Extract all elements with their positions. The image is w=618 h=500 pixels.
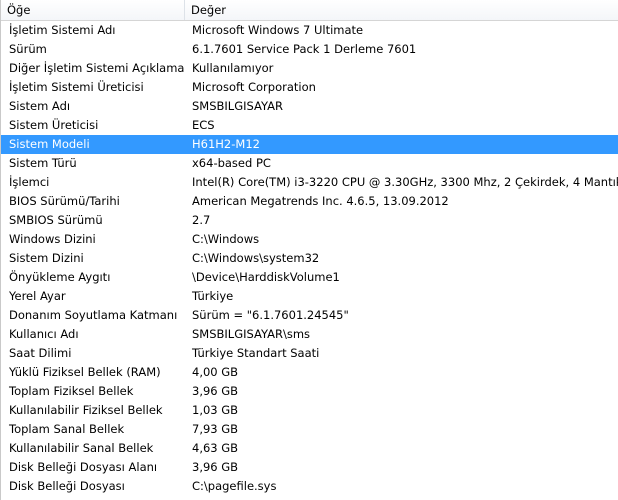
item-name: İşlemci — [9, 175, 50, 189]
item-value: Türkiye — [192, 289, 234, 303]
item-value: Intel(R) Core(TM) i3-3220 CPU @ 3.30GHz,… — [192, 175, 618, 189]
item-name: Toplam Sanal Bellek — [9, 422, 125, 436]
item-name: Önyükleme Aygıtı — [9, 270, 111, 284]
item-value: x64-based PC — [192, 156, 271, 170]
list-item[interactable]: Donanım Soyutlama Katmanı Sürüm = "6.1.76… — [1, 306, 618, 325]
list-item[interactable]: Sistem Adı SMSBILGISAYAR — [1, 97, 618, 116]
list-item[interactable]: Diğer İşletim Sistemi Açıklaması Kullanıl… — [1, 59, 618, 78]
column-header-item[interactable]: Öğe — [1, 0, 185, 20]
list-item[interactable]: Sistem Dizini C:\Windows\system32 — [1, 249, 618, 268]
list-item[interactable]: Kullanılabilir Sanal Bellek 4,63 GB — [1, 439, 618, 458]
item-value: 6.1.7601 Service Pack 1 Derleme 7601 — [192, 42, 417, 56]
list-item[interactable]: Sistem Türü x64-based PC — [1, 154, 618, 173]
list-item[interactable]: İşlemci Intel(R) Core(TM) i3-3220 CPU @ 3… — [1, 173, 618, 192]
list-item[interactable]: İşletim Sistemi Adı Microsoft Windows 7 U… — [1, 21, 618, 40]
item-name: Yerel Ayar — [9, 289, 66, 303]
item-name: Sistem Üreticisi — [9, 118, 99, 132]
item-value: Kullanılamıyor — [192, 61, 274, 75]
item-value: Sürüm = "6.1.7601.24545" — [192, 308, 349, 322]
item-value: 4,63 GB — [192, 441, 239, 455]
list-item[interactable]: İşletim Sistemi Üreticisi Microsoft Corpo… — [1, 78, 618, 97]
item-value: 3,96 GB — [192, 460, 239, 474]
item-value: American Megatrends Inc. 4.6.5, 13.09.20… — [192, 194, 449, 208]
list-item[interactable]: Kullanıcı Adı SMSBILGISAYAR\sms — [1, 325, 618, 344]
item-value: Microsoft Windows 7 Ultimate — [192, 23, 364, 37]
item-value: C:\Windows — [192, 232, 260, 246]
list-item[interactable]: Önyükleme Aygıtı \Device\HarddiskVolume1 — [1, 268, 618, 287]
item-name: Toplam Fiziksel Bellek — [9, 384, 134, 398]
list-item[interactable]: Saat Dilimi Türkiye Standart Saati — [1, 344, 618, 363]
list-item[interactable]: Disk Belleği Dosyası Alanı 3,96 GB — [1, 458, 618, 477]
item-name: Kullanılabilir Sanal Bellek — [9, 441, 154, 455]
item-value: C:\Windows\system32 — [192, 251, 320, 265]
item-value: SMSBILGISAYAR\sms — [192, 327, 311, 341]
list-item[interactable]: Yerel Ayar Türkiye — [1, 287, 618, 306]
item-name: Saat Dilimi — [9, 346, 72, 360]
list-rows: İşletim Sistemi Adı Microsoft Windows 7 U… — [1, 21, 618, 496]
item-name: Donanım Soyutlama Katmanı — [9, 308, 178, 322]
item-name: Windows Dizini — [9, 232, 96, 246]
list-item[interactable]: BIOS Sürümü/Tarihi American Megatrends In… — [1, 192, 618, 211]
item-value: C:\pagefile.sys — [192, 479, 277, 493]
list-item[interactable]: Kullanılabilir Fiziksel Bellek 1,03 GB — [1, 401, 618, 420]
item-value: Türkiye Standart Saati — [192, 346, 320, 360]
item-name: Disk Belleği Dosyası Alanı — [9, 460, 158, 474]
item-name: Kullanılabilir Fiziksel Bellek — [9, 403, 163, 417]
item-value: \Device\HarddiskVolume1 — [192, 270, 340, 284]
item-value: SMSBILGISAYAR — [192, 99, 283, 113]
system-summary-list[interactable]: Öğe Değer İşletim Sistemi Adı Microsoft W… — [0, 0, 618, 500]
item-name: Sürüm — [9, 42, 47, 56]
list-item[interactable]: Windows Dizini C:\Windows — [1, 230, 618, 249]
list-item[interactable]: Sistem Modeli H61H2-M12 — [1, 135, 618, 154]
item-value: Microsoft Corporation — [192, 80, 316, 94]
item-value: 7,93 GB — [192, 422, 239, 436]
item-name: Diğer İşletim Sistemi Açıklaması — [9, 61, 185, 75]
column-header-value[interactable]: Değer — [185, 0, 618, 20]
item-value: 4,00 GB — [192, 365, 239, 379]
item-value: H61H2-M12 — [192, 137, 260, 151]
list-item[interactable]: SMBIOS Sürümü 2.7 — [1, 211, 618, 230]
list-item[interactable]: Toplam Fiziksel Bellek 3,96 GB — [1, 382, 618, 401]
item-name: Yüklü Fiziksel Bellek (RAM) — [9, 365, 161, 379]
item-value: 2.7 — [192, 213, 211, 227]
item-name: İşletim Sistemi Adı — [9, 23, 116, 37]
item-value: 1,03 GB — [192, 403, 239, 417]
list-item[interactable]: Sistem Üreticisi ECS — [1, 116, 618, 135]
item-name: Sistem Türü — [9, 156, 77, 170]
item-name: BIOS Sürümü/Tarihi — [9, 194, 120, 208]
list-item[interactable]: Toplam Sanal Bellek 7,93 GB — [1, 420, 618, 439]
item-name: Disk Belleği Dosyası — [9, 479, 125, 493]
item-name: Sistem Dizini — [9, 251, 84, 265]
item-value: ECS — [192, 118, 215, 132]
item-value: 3,96 GB — [192, 384, 239, 398]
item-name: Kullanıcı Adı — [9, 327, 79, 341]
list-item[interactable]: Disk Belleği Dosyası C:\pagefile.sys — [1, 477, 618, 496]
item-name: Sistem Modeli — [9, 137, 90, 151]
list-header: Öğe Değer — [1, 0, 618, 21]
item-name: SMBIOS Sürümü — [9, 213, 103, 227]
list-item[interactable]: Yüklü Fiziksel Bellek (RAM) 4,00 GB — [1, 363, 618, 382]
item-name: Sistem Adı — [9, 99, 71, 113]
list-item[interactable]: Sürüm 6.1.7601 Service Pack 1 Derleme 760… — [1, 40, 618, 59]
item-name: İşletim Sistemi Üreticisi — [9, 80, 144, 94]
